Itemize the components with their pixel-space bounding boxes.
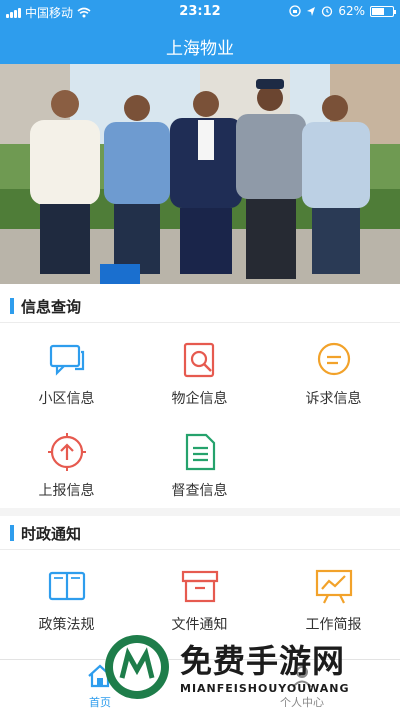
watermark-logo-icon — [105, 635, 169, 699]
banner-image[interactable] — [0, 64, 400, 284]
location-icon — [307, 6, 316, 16]
tile-label: 督查信息 — [171, 483, 228, 499]
divider — [0, 549, 400, 550]
search-document-icon — [183, 342, 214, 378]
tile-label: 上报信息 — [38, 483, 95, 499]
tile-community-info[interactable]: 小区信息 — [0, 340, 133, 420]
chart-board-icon — [315, 569, 352, 604]
tile-label: 物企信息 — [171, 391, 228, 407]
top-bar: 中国移动 23:12 62% 上海物业 — [0, 0, 400, 64]
document-list-icon — [185, 433, 215, 471]
chat-bubbles-icon — [49, 344, 84, 376]
section-title-info-query: 信息查询 — [0, 291, 400, 321]
watermark-subtext: MIANFEISHOUYOUWANG — [180, 682, 350, 695]
divider — [0, 322, 400, 323]
battery-percent: 62% — [338, 4, 365, 18]
tile-report-info[interactable]: 上报信息 — [0, 432, 133, 512]
lock-rotation-icon — [289, 5, 301, 17]
tile-inspection-info[interactable]: 督查信息 — [133, 432, 266, 512]
watermark: 免费手游网 MIANFEISHOUYOUWANG — [100, 628, 400, 708]
tile-label: 小区信息 — [38, 391, 95, 407]
archive-box-icon — [181, 570, 218, 603]
battery-icon — [370, 5, 396, 17]
section-title-policy-notice: 时政通知 — [0, 518, 400, 548]
section-title-text: 信息查询 — [21, 297, 82, 316]
status-bar: 中国移动 23:12 62% — [0, 0, 400, 24]
section-accent — [10, 298, 14, 314]
page-title: 上海物业 — [166, 39, 234, 59]
watermark-text: 免费手游网 — [180, 642, 346, 680]
section-accent — [10, 525, 14, 541]
upload-circle-icon — [47, 433, 86, 471]
section-gap — [0, 508, 400, 516]
message-circle-icon — [317, 342, 350, 376]
tile-company-info[interactable]: 物企信息 — [133, 340, 266, 420]
tile-appeal-info[interactable]: 诉求信息 — [267, 340, 400, 420]
book-icon — [48, 571, 85, 601]
section-title-text: 时政通知 — [21, 524, 82, 543]
alarm-icon — [322, 6, 333, 17]
tile-label: 诉求信息 — [305, 391, 362, 407]
